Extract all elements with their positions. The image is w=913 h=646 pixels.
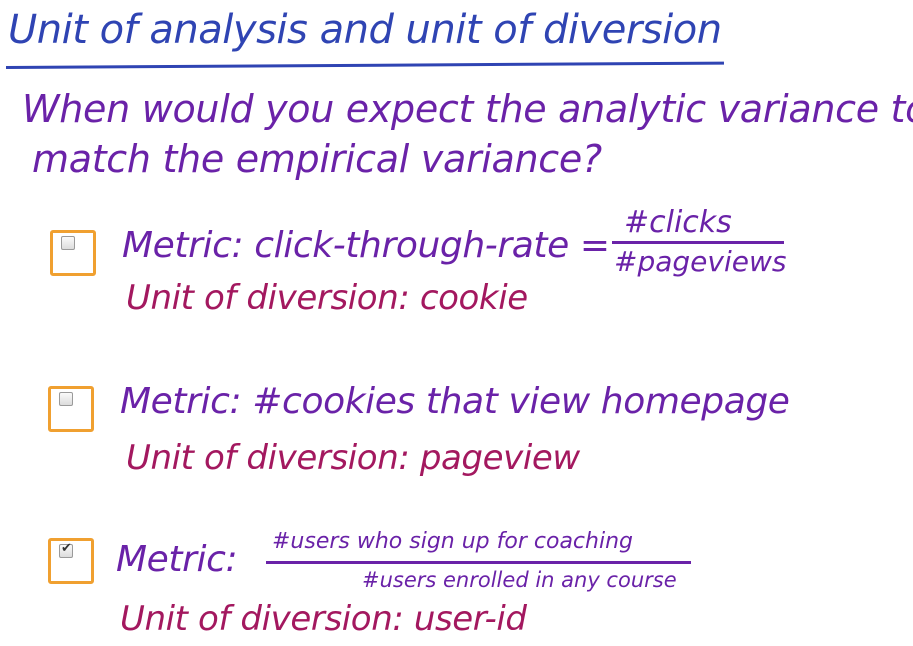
- option-2-unit-of-diversion: Unit of diversion: pageview: [126, 438, 580, 478]
- option-3-fraction: #users who sign up for coaching #users e…: [266, 525, 696, 605]
- option-3-metric: Metric:: [116, 539, 238, 580]
- option-3-checkbox[interactable]: ✔: [48, 538, 94, 584]
- option-3-unit-of-diversion: Unit of diversion: user-id: [120, 599, 527, 639]
- option-3-checkbox-control[interactable]: ✔: [59, 541, 73, 558]
- title-underline: [5, 61, 724, 69]
- option-1-fraction-bar: [612, 241, 784, 244]
- option-1-checkbox-control[interactable]: [61, 236, 75, 250]
- option-2-metric: Metric: #cookies that view homepage: [120, 381, 790, 422]
- option-1-checkbox[interactable]: [50, 230, 96, 276]
- question-line-2: match the empirical variance?: [32, 137, 602, 181]
- question-text: When would you expect the analytic varia…: [22, 84, 913, 184]
- option-1-metric: Metric: click-through-rate =: [122, 225, 610, 266]
- option-1-fraction-denominator: #pageviews: [614, 245, 787, 278]
- option-1-fraction: #clicks #pageviews: [612, 205, 787, 285]
- checkmark-icon: ✔: [61, 541, 72, 556]
- option-3-fraction-denominator: #users enrolled in any course: [362, 568, 677, 592]
- option-1-unit-of-diversion: Unit of diversion: cookie: [126, 278, 528, 318]
- option-2-checkbox[interactable]: [48, 386, 94, 432]
- question-line-1: When would you expect the analytic varia…: [22, 87, 913, 131]
- option-3-fraction-bar: [266, 561, 691, 564]
- option-1-fraction-numerator: #clicks: [624, 205, 732, 240]
- option-2-checkbox-control[interactable]: [59, 392, 73, 406]
- option-3-fraction-numerator: #users who sign up for coaching: [272, 529, 633, 554]
- page-title: Unit of analysis and unit of diversion: [8, 7, 722, 53]
